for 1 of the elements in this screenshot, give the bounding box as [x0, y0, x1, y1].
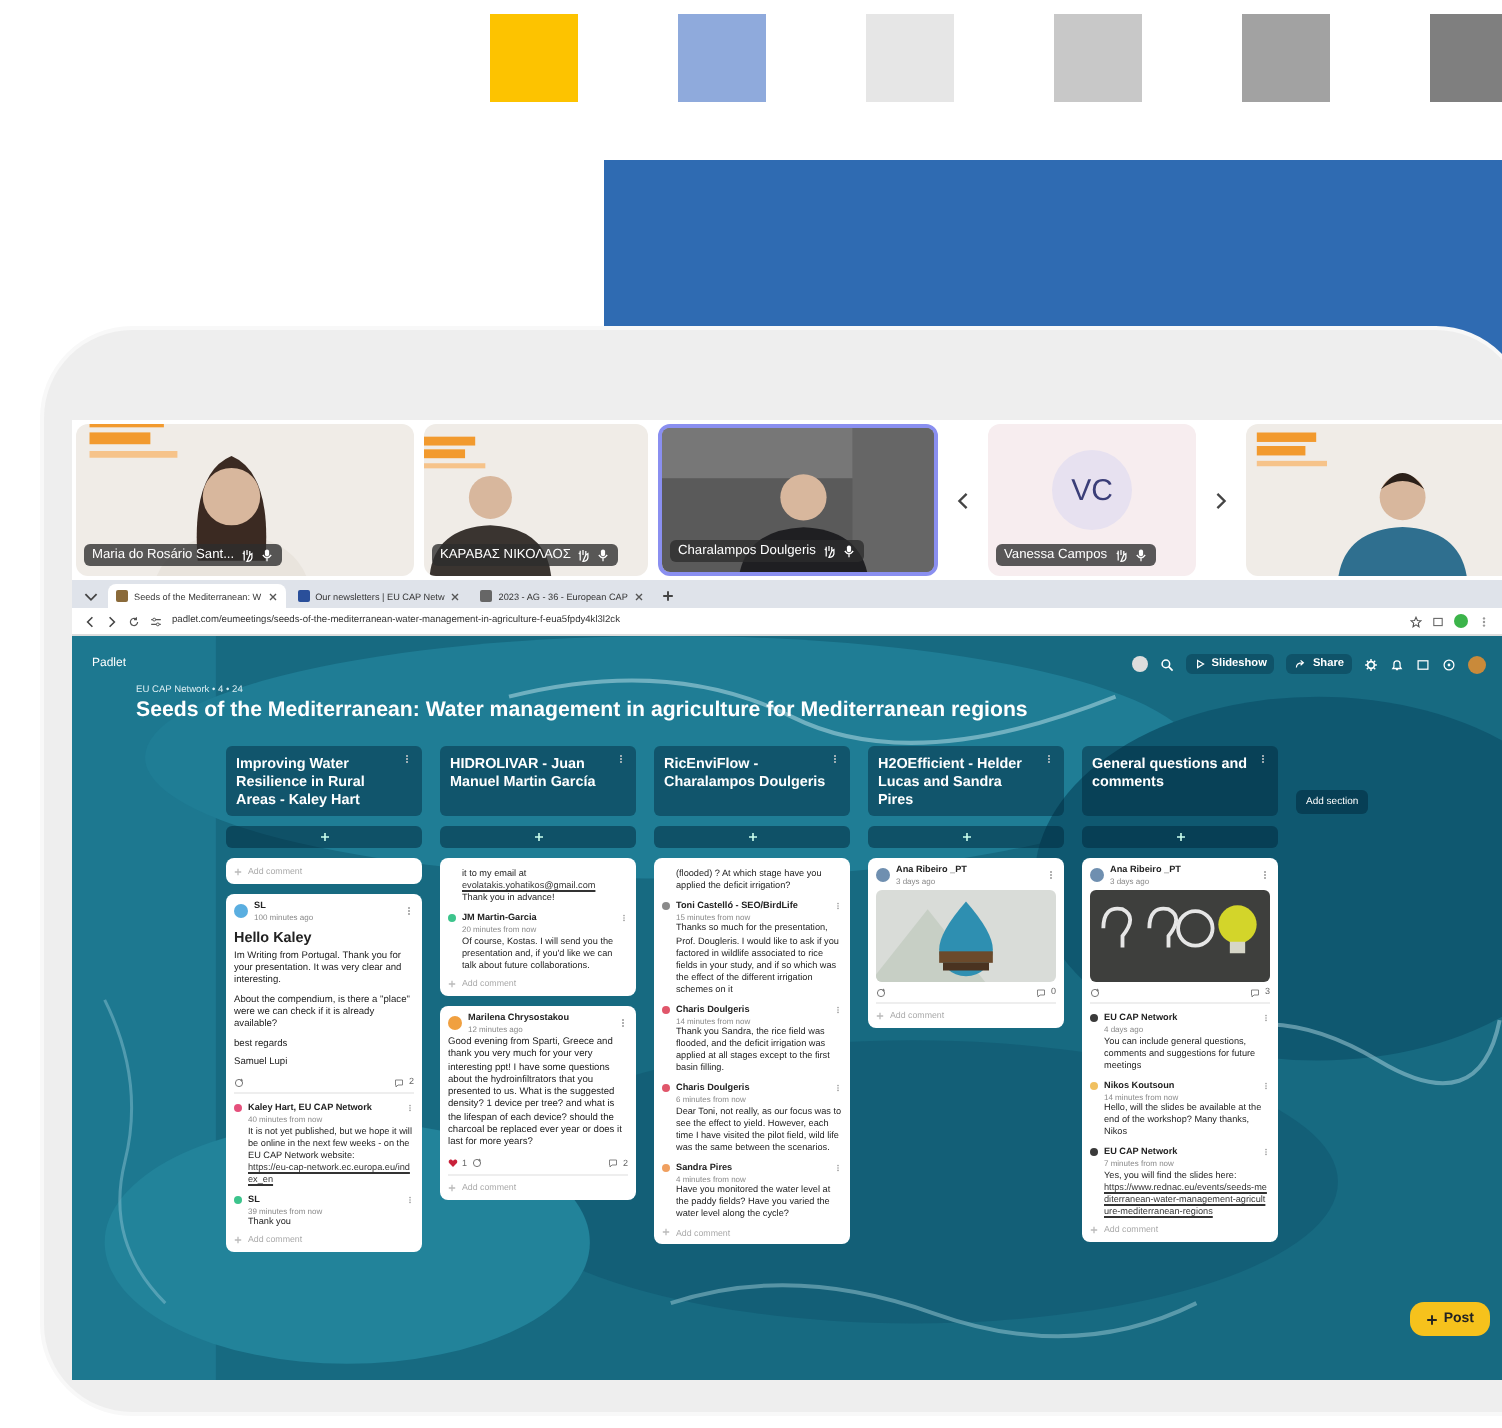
avatar-initials: VC [1052, 450, 1132, 530]
